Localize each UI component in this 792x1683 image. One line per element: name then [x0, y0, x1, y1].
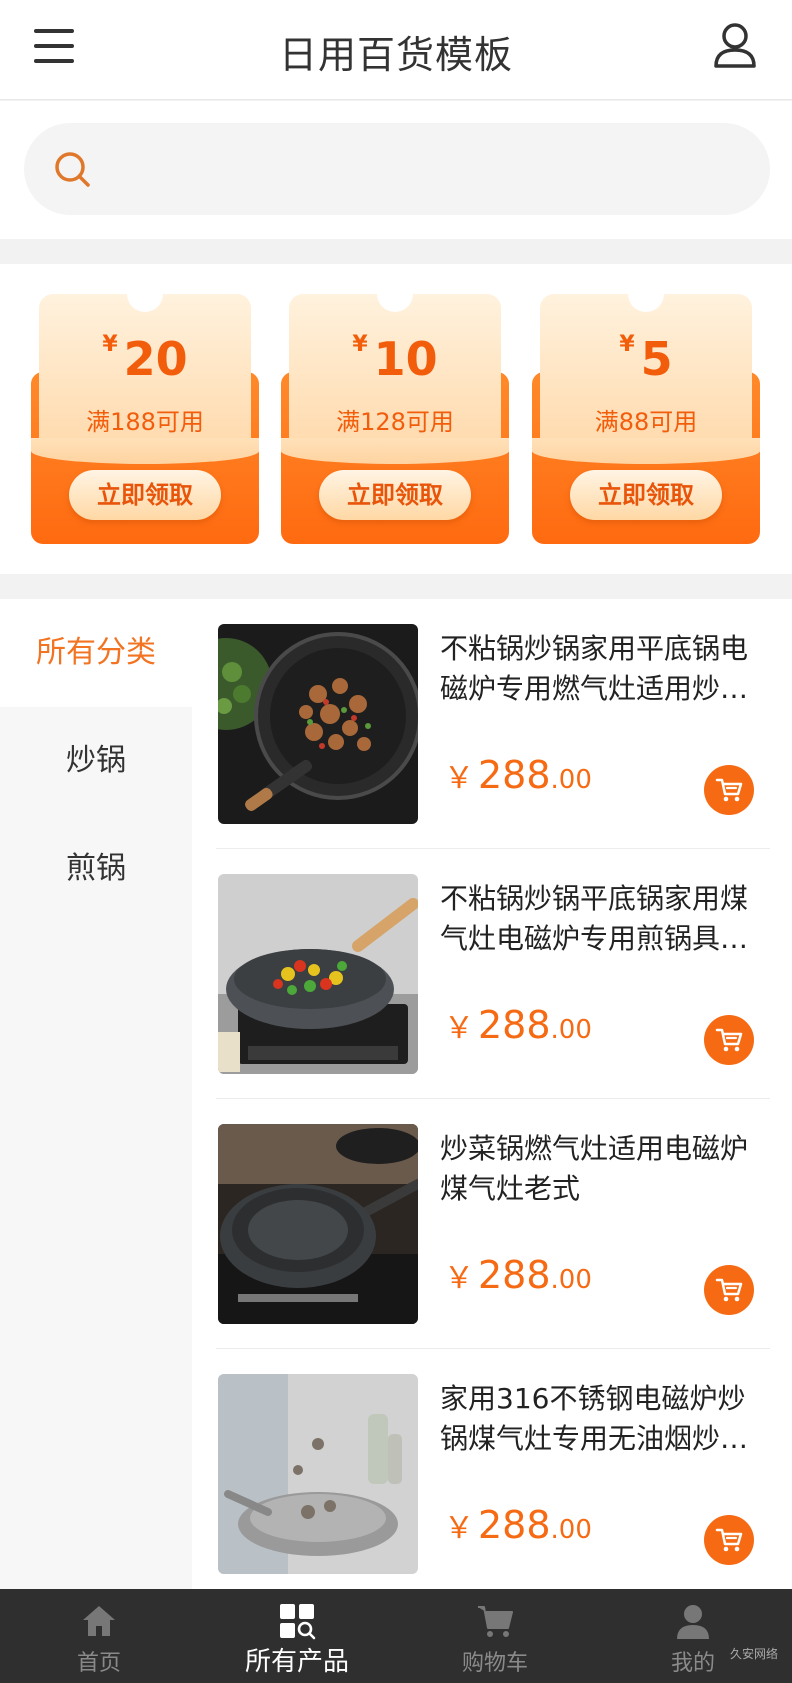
product-image[interactable]	[218, 624, 418, 824]
user-profile-icon[interactable]	[712, 22, 758, 70]
nav-cart-label: 购物车	[461, 1651, 528, 1676]
product-name[interactable]: 家用316不锈钢电磁炉炒锅煤气灶专用无油烟炒菜锅	[440, 1379, 772, 1459]
product-item[interactable]: 家用316不锈钢电磁炉炒锅煤气灶专用无油烟炒菜锅 ￥288.00	[216, 1349, 770, 1599]
product-image[interactable]	[218, 874, 418, 1074]
coupon-section: ¥20 满188可用 立即领取 ¥10 满128可用 立即领取 ¥5 满88可用…	[0, 264, 792, 574]
user-icon	[673, 1601, 713, 1641]
search-section	[0, 101, 792, 239]
product-item[interactable]: 不粘锅炒锅平底锅家用煤气灶电磁炉专用煎锅具套装 ￥288.00	[216, 849, 770, 1099]
coupon-condition: 满188可用	[86, 408, 204, 436]
category-item-wok[interactable]: 炒锅	[0, 707, 192, 815]
cart-icon	[475, 1601, 515, 1641]
coupon-condition: 满88可用	[594, 408, 698, 436]
category-item-all[interactable]: 所有分类	[0, 599, 192, 707]
nav-all-products-label: 所有产品	[244, 1647, 349, 1677]
coupon-amount: ¥20	[102, 332, 188, 386]
nav-home-label: 首页	[76, 1651, 121, 1676]
coupon-card: ¥10 满128可用 立即领取	[281, 276, 509, 544]
product-listing: 所有分类 炒锅 煎锅 不粘锅炒锅家用平底锅电磁炉专用燃气灶适用炒菜 ￥ 288.…	[0, 599, 792, 1599]
product-name[interactable]: 炒菜锅燃气灶适用电磁炉煤气灶老式	[440, 1129, 772, 1209]
add-to-cart-icon	[715, 1528, 743, 1552]
nav-home[interactable]: 首页	[0, 1589, 198, 1683]
coupon-card: ¥20 满188可用 立即领取	[31, 276, 259, 544]
product-price: ￥ 288.00	[444, 1503, 592, 1547]
page-title: 日用百货模板	[278, 33, 513, 77]
app-header: 日用百货模板	[0, 0, 792, 100]
watermark-logo: 久安网络	[729, 1647, 778, 1661]
nav-profile[interactable]: 我的	[594, 1589, 792, 1683]
claim-coupon-button[interactable]: 立即领取	[570, 470, 722, 520]
category-sidebar: 所有分类 炒锅 煎锅	[0, 599, 192, 1589]
home-icon	[79, 1601, 119, 1641]
coupon-amount: ¥5	[619, 332, 673, 386]
claim-coupon-button[interactable]: 立即领取	[69, 470, 221, 520]
add-to-cart-button[interactable]	[704, 1015, 754, 1065]
product-item[interactable]: 炒菜锅燃气灶适用电磁炉煤气灶老式 ￥ 288.00	[216, 1099, 770, 1349]
product-image[interactable]	[218, 1374, 418, 1574]
grid-search-icon	[277, 1601, 317, 1641]
add-to-cart-icon	[715, 1278, 743, 1302]
product-price: ￥ 288.00	[444, 753, 592, 797]
search-icon	[54, 151, 92, 189]
product-name[interactable]: 不粘锅炒锅平底锅家用煤气灶电磁炉专用煎锅具套装	[440, 879, 772, 959]
nav-all-products[interactable]: 所有产品	[198, 1589, 396, 1683]
category-item-frying-pan[interactable]: 煎锅	[0, 815, 192, 923]
coupon-amount: ¥10	[352, 332, 438, 386]
search-input[interactable]	[24, 123, 770, 215]
coupon-card: ¥5 满88可用 立即领取	[532, 276, 760, 544]
add-to-cart-button[interactable]	[704, 1265, 754, 1315]
product-price: ￥ 288.00	[444, 1253, 592, 1297]
product-item[interactable]: 不粘锅炒锅家用平底锅电磁炉专用燃气灶适用炒菜锅 ￥288.00	[216, 599, 770, 849]
product-name[interactable]: 不粘锅炒锅家用平底锅电磁炉专用燃气灶适用炒菜锅	[440, 629, 772, 709]
add-to-cart-icon	[715, 1028, 743, 1052]
add-to-cart-button[interactable]	[704, 1515, 754, 1565]
product-price: ￥ 288.00	[444, 1003, 592, 1047]
add-to-cart-button[interactable]	[704, 765, 754, 815]
claim-coupon-button[interactable]: 立即领取	[319, 470, 471, 520]
coupon-condition: 满128可用	[336, 408, 454, 436]
bottom-navigation: 首页 所有产品 购物车 我的 久安网络	[0, 1589, 792, 1683]
add-to-cart-icon	[715, 778, 743, 802]
product-image[interactable]	[218, 1124, 418, 1324]
nav-cart[interactable]: 购物车	[396, 1589, 594, 1683]
